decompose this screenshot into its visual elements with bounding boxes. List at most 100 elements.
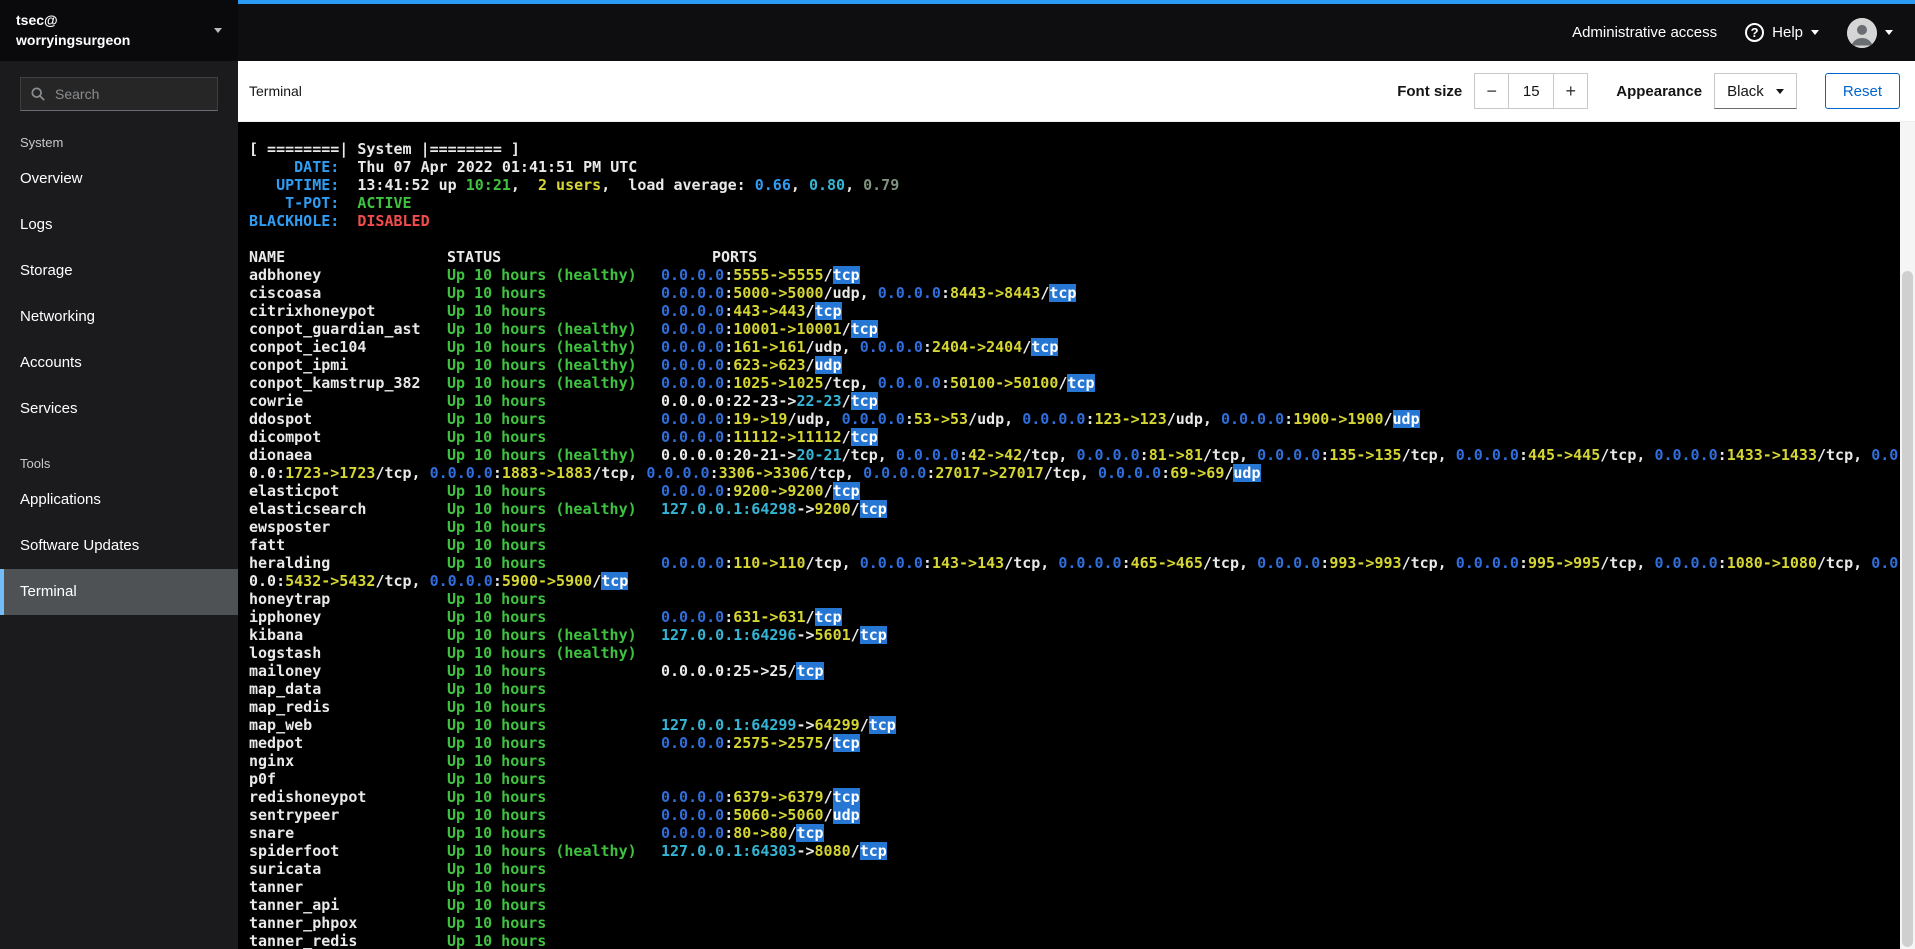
font-size-value: 15 [1509, 73, 1554, 109]
terminal-text-segment: 5900->5900 [501, 572, 593, 590]
administrative-access-button[interactable]: Administrative access [1572, 24, 1717, 41]
terminal-text-segment: 123->123 [1094, 410, 1167, 428]
chevron-down-icon [1885, 30, 1893, 35]
container-status: Up 10 hours (healthy) [447, 320, 637, 338]
sidebar-item-storage[interactable]: Storage [0, 248, 238, 294]
terminal-text-segment: / [1022, 338, 1032, 356]
sidebar-item-software-updates[interactable]: Software Updates [0, 523, 238, 569]
container-status: Up 10 hours [447, 410, 547, 428]
terminal-text-segment: 81->81 [1148, 446, 1203, 464]
terminal-text-segment: tcp [832, 788, 860, 806]
sidebar-item-accounts[interactable]: Accounts [0, 340, 238, 386]
terminal-text-segment: tcp [832, 734, 860, 752]
terminal-text-segment: /tcp, [1817, 554, 1872, 572]
session-menu[interactable] [1847, 17, 1893, 48]
terminal-screen[interactable]: [ ========| System |======== ] DATE: Thu… [238, 122, 1915, 949]
container-status: Up 10 hours (healthy) [447, 626, 637, 644]
terminal-text-segment: 11112->11112 [733, 428, 842, 446]
terminal-text-segment: UPTIME: [249, 176, 340, 194]
terminal-row-nginx: nginx Up 10 hours [249, 752, 1895, 770]
container-status: Up 10 hours [447, 734, 547, 752]
terminal-text-segment: 0.0.0.0:25->25/ [661, 662, 797, 680]
container-status: Up 10 hours [447, 824, 547, 842]
host-selector[interactable]: tsec@ worryingsurgeon [0, 0, 238, 61]
terminal-row-map_redis: map_redis Up 10 hours [249, 698, 1895, 716]
container-status: Up 10 hours [447, 914, 547, 932]
terminal-row-map_data: map_data Up 10 hours [249, 680, 1895, 698]
reset-button[interactable]: Reset [1824, 73, 1900, 109]
terminal-text-segment: tcp [814, 302, 842, 320]
terminal-text-segment: 0.0: [249, 464, 286, 482]
appearance-value: Black [1727, 82, 1764, 100]
appearance-select[interactable]: Black [1714, 73, 1797, 109]
container-status: Up 10 hours [447, 896, 547, 914]
header-status: STATUS [447, 248, 502, 266]
terminal-text-segment: -> [796, 842, 815, 860]
container-status: Up 10 hours [447, 770, 547, 788]
terminal-text-segment: udp [814, 356, 842, 374]
terminal-row-conpot_guardian_ast: conpot_guardian_ast Up 10 hours (healthy)… [249, 320, 1895, 338]
terminal-text-segment: tcp [850, 392, 878, 410]
terminal-row-tanner_phpox: tanner_phpox Up 10 hours [249, 914, 1895, 932]
terminal-row-tanner_redis: tanner_redis Up 10 hours [249, 932, 1895, 949]
terminal-text-segment: [ ========| System |======== ] [249, 140, 520, 158]
terminal-text-segment: 20-21 [796, 446, 842, 464]
sidebar-item-logs[interactable]: Logs [0, 202, 238, 248]
terminal-row-conpot_kamstrup_382: conpot_kamstrup_382 Up 10 hours (healthy)… [249, 374, 1895, 392]
terminal-row-spiderfoot: spiderfoot Up 10 hours (healthy) 127.0.0.1… [249, 842, 1895, 860]
font-size-increase-button[interactable]: + [1553, 73, 1589, 109]
search-input[interactable] [20, 77, 218, 111]
terminal-text-segment: 0.0.0.0 [863, 464, 927, 482]
terminal-text-segment: : [1717, 446, 1727, 464]
terminal-text-segment: 80->80 [733, 824, 788, 842]
terminal-text-segment: ACTIVE [357, 194, 412, 212]
sidebar-item-networking[interactable]: Networking [0, 294, 238, 340]
terminal-text-segment: 0.0.0.0 [1257, 446, 1321, 464]
container-status: Up 10 hours [447, 536, 547, 554]
terminal-text-segment: udp [1233, 464, 1261, 482]
terminal-text-segment: DATE: [249, 158, 340, 176]
container-status: Up 10 hours [447, 662, 547, 680]
terminal-text-segment: /tcp, [1401, 554, 1456, 572]
terminal-text-segment: 1900->1900 [1293, 410, 1384, 428]
host-label: tsec@ worryingsurgeon [16, 11, 130, 50]
terminal-text-segment: 0.0.0.0 [429, 572, 493, 590]
terminal-text-segment: : [724, 374, 734, 392]
terminal-row-snare: snare Up 10 hours 0.0.0.0:80->80/tcp [249, 824, 1895, 842]
terminal-text-segment: 0.0.0.0 [1257, 554, 1321, 572]
container-name: tanner_phpox [249, 914, 358, 932]
sidebar-item-applications[interactable]: Applications [0, 477, 238, 523]
terminal-text-segment: 135->135 [1329, 446, 1402, 464]
font-size-decrease-button[interactable]: − [1474, 73, 1510, 109]
terminal-text-segment: 0.0.0.0 [646, 464, 710, 482]
toolbar-controls: Font size − 15 + Appearance Black Reset [1397, 73, 1900, 109]
container-name: citrixhoneypot [249, 302, 376, 320]
container-name: dionaea [249, 446, 313, 464]
terminal-row-dicompot: dicompot Up 10 hours 0.0.0.0:11112->11112/… [249, 428, 1895, 446]
container-name: medpot [249, 734, 304, 752]
help-menu[interactable]: ? Help [1745, 23, 1819, 42]
terminal-text-segment: : [724, 320, 734, 338]
sidebar-item-services[interactable]: Services [0, 386, 238, 432]
container-status: Up 10 hours [447, 932, 547, 949]
body-row: System OverviewLogsStorageNetworkingAccou… [0, 61, 1915, 949]
terminal-text-segment: : [1284, 410, 1294, 428]
terminal-text-segment: 0.0: [249, 572, 286, 590]
font-size-stepper: − 15 + [1474, 73, 1589, 109]
help-icon: ? [1745, 23, 1765, 42]
container-name: nginx [249, 752, 295, 770]
terminal-text-segment: : [1518, 446, 1528, 464]
terminal-text-segment: 0.0.0.0:20-21-> [661, 446, 797, 464]
terminal-scrollbar[interactable] [1900, 122, 1915, 949]
sidebar-item-terminal[interactable]: Terminal [0, 569, 238, 615]
terminal-row-ciscoasa: ciscoasa Up 10 hours 0.0.0.0:5000->5000/ud… [249, 284, 1895, 302]
container-status: Up 10 hours (healthy) [447, 446, 637, 464]
scrollbar-thumb[interactable] [1902, 270, 1913, 947]
container-status: Up 10 hours [447, 392, 547, 410]
container-name: map_data [249, 680, 322, 698]
terminal-text-segment: 127.0.0.1:64303 [661, 842, 797, 860]
terminal-text-segment: 50100->50100 [950, 374, 1059, 392]
terminal-text-segment: 0.0.0.0 [661, 266, 725, 284]
sidebar-item-overview[interactable]: Overview [0, 156, 238, 202]
terminal-row-redishoneypot: redishoneypot Up 10 hours 0.0.0.0:6379->63… [249, 788, 1895, 806]
